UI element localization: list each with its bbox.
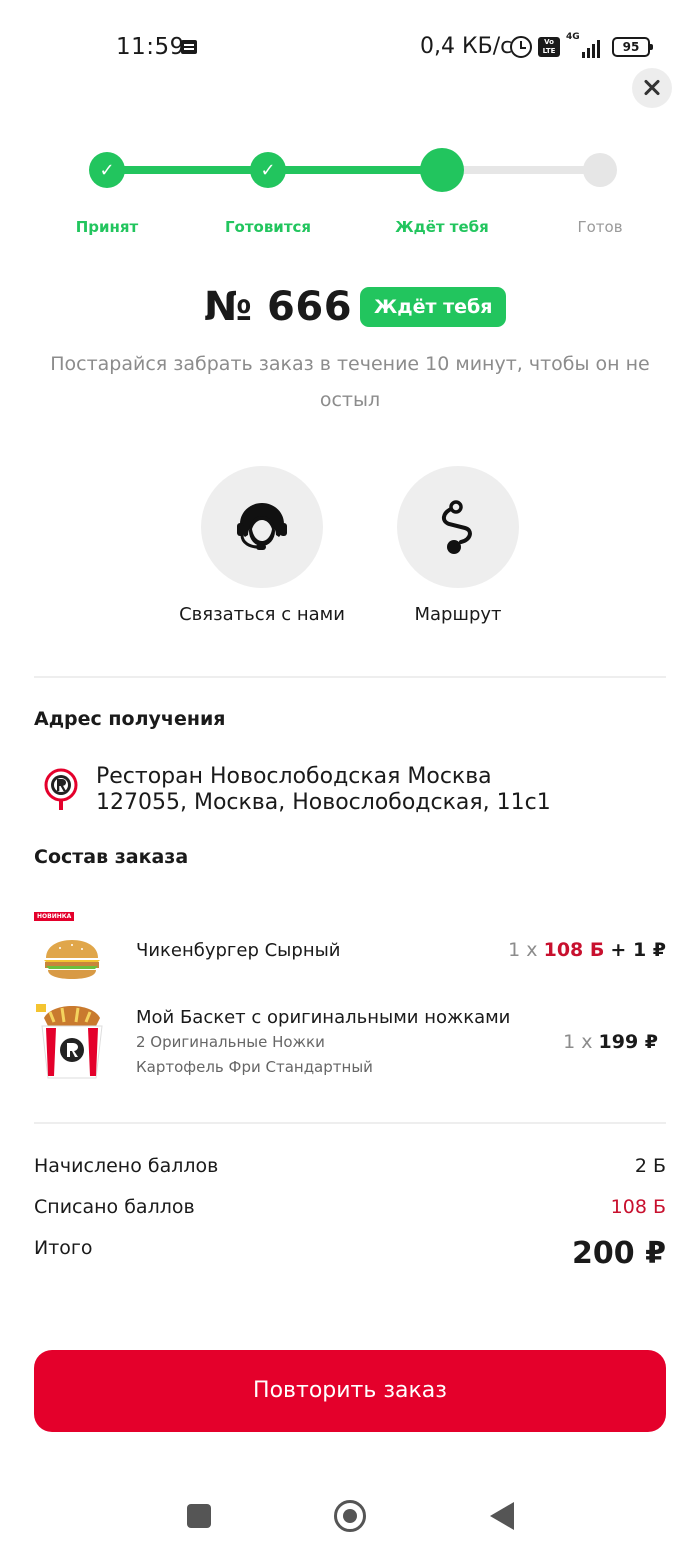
item-name-basket: Мой Баскет с оригинальными ножками: [136, 1007, 511, 1028]
new-item-badge: НОВИНКА: [34, 912, 75, 921]
step-cooking-check-icon: ✓: [250, 152, 286, 188]
item-price-basket: 1 x 199 ₽: [563, 1031, 658, 1053]
divider: [34, 1122, 666, 1124]
step-label-cooking: Готовится: [224, 218, 312, 236]
item-option: Картофель Фри Стандартный: [136, 1058, 373, 1076]
item-qty: 1 x: [508, 939, 538, 961]
step-label-accepted: Принят: [75, 218, 139, 236]
pickup-address-title: Адрес получения: [34, 708, 226, 730]
chickenburger-image: [40, 936, 104, 988]
spent-points-label: Списано баллов: [34, 1196, 195, 1218]
item-price: 199 ₽: [598, 1031, 659, 1053]
repeat-order-button[interactable]: Повторить заказ: [34, 1350, 666, 1432]
step-waiting-dot: [420, 148, 464, 192]
item-extra-price: + 1 ₽: [610, 939, 666, 961]
pickup-hint: Постарайся забрать заказ в течение 10 ми…: [50, 353, 650, 411]
step-ready-dot: [583, 153, 617, 187]
item-qty: 1 x: [563, 1031, 593, 1053]
restaurant-name: Ресторан Новослободская Москва: [96, 764, 492, 789]
close-button[interactable]: [632, 68, 672, 108]
status-badge: Ждёт тебя: [360, 287, 507, 327]
spent-points-value: 108 Б: [610, 1196, 666, 1218]
status-time: 11:59: [116, 34, 185, 60]
basket-image: [34, 1002, 110, 1086]
recent-apps-icon[interactable]: [187, 1504, 211, 1528]
order-number: № 666: [204, 284, 353, 330]
earned-points-value: 2 Б: [634, 1155, 666, 1177]
total-value: 200 ₽: [572, 1236, 666, 1271]
alarm-icon: [510, 36, 532, 58]
earned-points-label: Начислено баллов: [34, 1155, 219, 1177]
item-points: 108 Б: [543, 939, 605, 961]
item-name-chickenburger: Чикенбургер Сырный: [136, 940, 341, 961]
divider: [34, 676, 666, 678]
home-icon[interactable]: [334, 1500, 366, 1532]
message-notification-icon: [181, 40, 197, 54]
restaurant-address: 127055, Москва, Новослободская, 11с1: [96, 790, 551, 815]
battery-icon: 95: [612, 37, 653, 57]
network-type: 4G: [566, 32, 580, 42]
route-label: Маршрут: [414, 604, 502, 625]
route-icon: [397, 466, 519, 588]
step-accepted-check-icon: ✓: [89, 152, 125, 188]
network-speed: 0,4 КБ/с: [420, 34, 513, 59]
status-icons: Vo LTE 4G 95: [510, 32, 653, 58]
order-contents-title: Состав заказа: [34, 846, 189, 868]
route-button[interactable]: Маршрут: [368, 466, 548, 625]
item-price-chickenburger: 1 x 108 Б + 1 ₽: [508, 939, 666, 961]
restaurant-pin-logo-icon: [44, 768, 78, 812]
support-headset-icon: [201, 466, 323, 588]
back-icon[interactable]: [490, 1502, 514, 1530]
signal-icon: 4G: [566, 32, 600, 58]
step-label-ready: Готов: [577, 218, 623, 236]
status-bar: 11:59 0,4 КБ/с Vo LTE 4G 95: [0, 0, 700, 96]
item-option: 2 Оригинальные Ножки: [136, 1033, 325, 1051]
volte-icon: Vo LTE: [538, 37, 560, 57]
contact-us-button[interactable]: Связаться с нами: [172, 466, 352, 625]
contact-us-label: Связаться с нами: [179, 604, 345, 625]
total-label: Итого: [34, 1237, 93, 1259]
step-label-waiting: Ждёт тебя: [395, 218, 489, 236]
